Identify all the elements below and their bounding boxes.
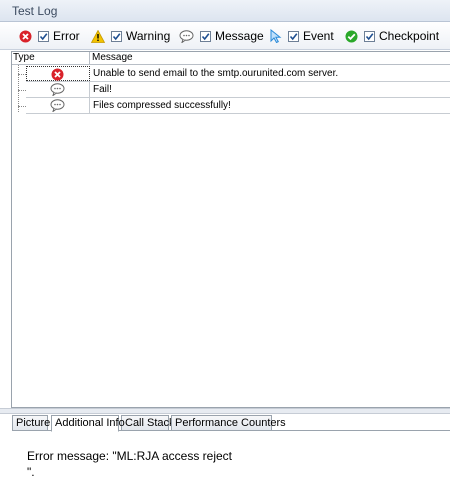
error-icon: [51, 68, 64, 81]
checkpoint-filter-label: Checkpoint: [379, 29, 440, 43]
event-checkbox[interactable]: [288, 30, 299, 42]
row-type-cell: [26, 82, 90, 97]
row-type-cell: [26, 66, 90, 81]
event-icon: [270, 29, 282, 43]
filter-toolbar: Error Warning Message Event Checkpoint: [0, 22, 450, 50]
log-row[interactable]: Unable to send email to the smtp.ourunit…: [26, 66, 450, 82]
tab-picture[interactable]: Picture: [12, 415, 50, 431]
checkpoint-checkbox[interactable]: [364, 30, 375, 42]
warning-checkbox[interactable]: [111, 30, 122, 42]
filter-event[interactable]: Event: [270, 27, 334, 45]
additional-info-panel: Error message: "ML:RJA access reject ".: [12, 430, 450, 494]
filter-message[interactable]: Message: [179, 27, 264, 45]
column-divider[interactable]: [89, 52, 90, 64]
message-checkbox[interactable]: [200, 30, 211, 42]
message-icon: [50, 99, 65, 112]
checkpoint-icon: [345, 30, 358, 43]
error-icon: [19, 30, 32, 43]
error-filter-label: Error: [53, 29, 80, 43]
warning-icon: [91, 29, 105, 43]
column-header-type[interactable]: Type: [13, 52, 35, 63]
filter-checkpoint[interactable]: Checkpoint: [345, 27, 439, 45]
panel-header: Test Log: [0, 0, 450, 22]
filter-warning[interactable]: Warning: [91, 27, 170, 45]
tab-performance-counters[interactable]: Performance Counters: [171, 415, 286, 431]
message-filter-label: Message: [215, 29, 264, 43]
row-message: Unable to send email to the smtp.ourunit…: [93, 68, 339, 79]
grid-header: Type Message: [12, 52, 450, 65]
warning-filter-label: Warning: [126, 29, 171, 43]
log-row[interactable]: Fail!: [26, 82, 450, 98]
tab-additional-info[interactable]: Additional Info: [51, 415, 125, 432]
tree-connector: [18, 65, 19, 112]
panel-splitter[interactable]: [0, 408, 450, 414]
error-message-text: Error message: "ML:RJA access reject: [27, 449, 232, 463]
row-message: Files compressed successfully!: [93, 100, 231, 111]
filter-error[interactable]: Error: [19, 27, 80, 45]
tab-call-stack[interactable]: Call Stack: [121, 415, 175, 431]
tree-connector: [18, 106, 26, 107]
error-checkbox[interactable]: [38, 30, 49, 42]
message-icon: [179, 29, 194, 43]
log-row[interactable]: Files compressed successfully!: [26, 98, 450, 114]
column-header-message[interactable]: Message: [92, 52, 133, 63]
panel-title: Test Log: [12, 4, 58, 18]
event-filter-label: Event: [303, 29, 334, 43]
tree-connector: [18, 74, 26, 75]
tree-connector: [18, 90, 26, 91]
log-grid[interactable]: Type Message Unable to send email to the…: [11, 51, 450, 408]
message-icon: [50, 83, 65, 96]
error-message-text-end: ".: [27, 465, 35, 479]
row-type-cell: [26, 98, 90, 113]
row-message: Fail!: [93, 84, 112, 95]
